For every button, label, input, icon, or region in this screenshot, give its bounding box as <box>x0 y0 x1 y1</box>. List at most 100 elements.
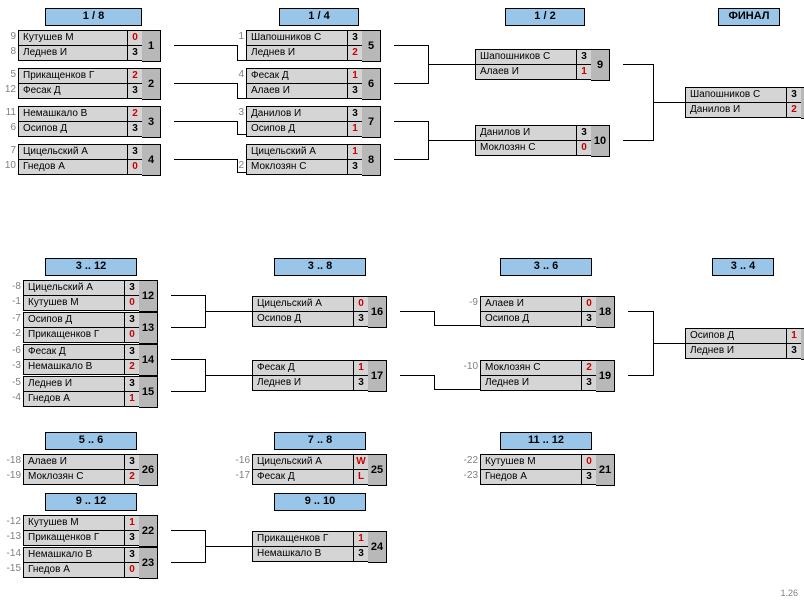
round-label: ФИНАЛ <box>718 8 780 26</box>
match-number: 7 <box>362 106 381 138</box>
seed-number: 7 <box>0 144 16 158</box>
bracket-connector <box>174 121 237 122</box>
match-number: 10 <box>591 125 610 157</box>
player-name: Алаев И <box>247 84 347 98</box>
player-score: 0 <box>124 563 139 577</box>
player-score: 1 <box>786 329 801 343</box>
player-name: Осипов Д <box>481 312 581 326</box>
player-score: 3 <box>576 126 591 140</box>
player-row: Цицельский А1 <box>246 144 363 160</box>
seed-number: 5 <box>0 68 16 82</box>
seed-number: -19 <box>5 469 21 483</box>
player-name: Фесак Д <box>253 470 353 484</box>
round-label: 7 .. 8 <box>274 432 366 450</box>
seed-number: -13 <box>5 530 21 544</box>
player-name: Леднев И <box>686 344 786 358</box>
player-score: 3 <box>124 548 139 562</box>
player-row: Алаев И3 <box>23 454 140 470</box>
match-number: 16 <box>368 296 387 328</box>
seed-number: 1 <box>228 30 244 44</box>
match-number: 14 <box>139 344 158 376</box>
player-score: 0 <box>576 141 591 155</box>
player-name: Моклозян С <box>247 160 347 174</box>
seed-number: 3 <box>228 106 244 120</box>
seed-number: -8 <box>5 280 21 294</box>
player-score: 0 <box>581 297 596 311</box>
round-label: 5 .. 6 <box>45 432 137 450</box>
bracket-connector <box>205 375 252 376</box>
seed-number: -22 <box>462 454 478 468</box>
player-name: Кутушев М <box>24 516 124 530</box>
player-name: Цицельский А <box>253 297 353 311</box>
player-score: 3 <box>581 376 596 390</box>
seed-number: -7 <box>5 312 21 326</box>
bracket-connector <box>434 375 435 389</box>
player-row: Немашкало В3 <box>252 547 369 562</box>
player-name: Цицельский А <box>253 455 353 469</box>
player-row: Леднев И3 <box>18 46 143 61</box>
bracket-connector <box>205 546 252 547</box>
seed-number: 12 <box>0 83 16 97</box>
bracket-connector <box>628 375 653 376</box>
match-number: 19 <box>596 360 615 392</box>
bracket-connector <box>653 343 685 344</box>
player-row: Данилов И3 <box>246 106 363 122</box>
bracket-connector <box>623 64 653 65</box>
match-number: 13 <box>139 312 158 344</box>
player-score: 3 <box>127 84 142 98</box>
player-score: 3 <box>127 145 142 159</box>
player-score: 3 <box>124 313 139 327</box>
player-name: Прикащенков Г <box>24 328 124 342</box>
player-row: Леднев И3 <box>252 376 369 391</box>
player-score: 1 <box>576 65 591 79</box>
player-name: Гнедов А <box>481 470 581 484</box>
player-row: Осипов Д1 <box>685 328 802 344</box>
player-row: Шапошников С3 <box>685 87 802 103</box>
player-row: Фесак ДL <box>252 470 369 485</box>
player-row: Фесак Д1 <box>252 360 369 376</box>
player-row: Осипов Д3 <box>252 312 369 327</box>
player-name: Прикащенков Г <box>19 69 127 83</box>
player-name: Алаев И <box>24 455 124 469</box>
seed-number: -23 <box>462 469 478 483</box>
bracket-connector <box>394 83 428 84</box>
round-label: 9 .. 10 <box>274 493 366 511</box>
seed-number: -10 <box>462 360 478 374</box>
player-name: Гнедов А <box>24 563 124 577</box>
player-row: Осипов Д1 <box>246 122 363 137</box>
player-row: Данилов И3 <box>475 125 592 141</box>
player-row: Цицельский А0 <box>252 296 369 312</box>
player-name: Шапошников С <box>247 31 347 45</box>
bracket-connector <box>237 121 238 135</box>
player-name: Прикащенков Г <box>24 531 124 545</box>
round-label: 1 / 8 <box>45 8 142 26</box>
player-row: Прикащенков Г1 <box>252 531 369 547</box>
player-name: Прикащенков Г <box>253 532 353 546</box>
player-name: Цицельский А <box>247 145 347 159</box>
player-row: Леднев И3 <box>480 376 597 391</box>
player-score: 1 <box>353 361 368 375</box>
player-score: 1 <box>347 69 362 83</box>
seed-number: -5 <box>5 376 21 390</box>
bracket-connector <box>400 375 434 376</box>
version-label: 1.26 <box>780 588 798 598</box>
player-row: Леднев И3 <box>685 344 802 359</box>
bracket-connector <box>628 311 653 312</box>
player-score: 1 <box>353 532 368 546</box>
player-row: Гнедов А0 <box>23 563 140 578</box>
player-row: Гнедов А0 <box>18 160 143 175</box>
round-label: 9 .. 12 <box>45 493 137 511</box>
player-name: Данилов И <box>476 126 576 140</box>
seed-number: -17 <box>234 469 250 483</box>
match-number: 5 <box>362 30 381 62</box>
player-name: Цицельский А <box>19 145 127 159</box>
match-number: 8 <box>362 144 381 176</box>
player-name: Кутушев М <box>24 296 124 310</box>
player-score: 3 <box>786 88 801 102</box>
player-row: Данилов И2 <box>685 103 802 118</box>
player-row: Прикащенков Г0 <box>23 328 140 343</box>
player-score: 3 <box>347 160 362 174</box>
player-name: Алаев И <box>481 297 581 311</box>
player-row: Моклозян С0 <box>475 141 592 156</box>
match-number: 24 <box>368 531 387 563</box>
